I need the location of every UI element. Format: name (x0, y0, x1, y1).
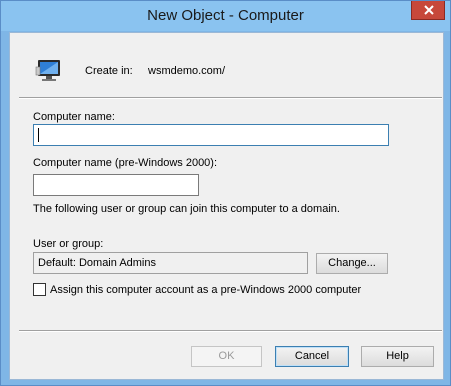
pre2000-name-input[interactable] (33, 174, 199, 196)
change-button[interactable]: Change... (316, 253, 388, 274)
create-in-label: Create in: (85, 65, 133, 77)
computer-name-label: Computer name: (33, 111, 115, 123)
join-info-text: The following user or group can join thi… (33, 203, 340, 215)
close-button[interactable] (411, 1, 445, 20)
cancel-button[interactable]: Cancel (275, 346, 349, 367)
dialog-client-area: Create in: wsmdemo.com/ Computer name: C… (9, 32, 444, 380)
create-in-path: wsmdemo.com/ (148, 65, 226, 77)
title-bar[interactable]: New Object - Computer (1, 1, 450, 31)
pre2000-name-label: Computer name (pre-Windows 2000): (33, 157, 218, 169)
help-button[interactable]: Help (361, 346, 434, 367)
dialog-window: New Object - Computer Create in: wsmdemo… (0, 0, 451, 386)
computer-name-input[interactable] (33, 124, 389, 146)
assign-pre2000-checkbox[interactable] (33, 283, 46, 296)
user-group-label: User or group: (33, 238, 104, 250)
separator (19, 97, 442, 99)
separator (19, 330, 442, 332)
window-title: New Object - Computer (147, 7, 304, 24)
computer-icon (35, 57, 63, 88)
text-caret (38, 128, 39, 142)
ok-button[interactable]: OK (191, 346, 262, 367)
user-group-field: Default: Domain Admins (33, 252, 308, 274)
assign-pre2000-label: Assign this computer account as a pre-Wi… (50, 284, 362, 296)
